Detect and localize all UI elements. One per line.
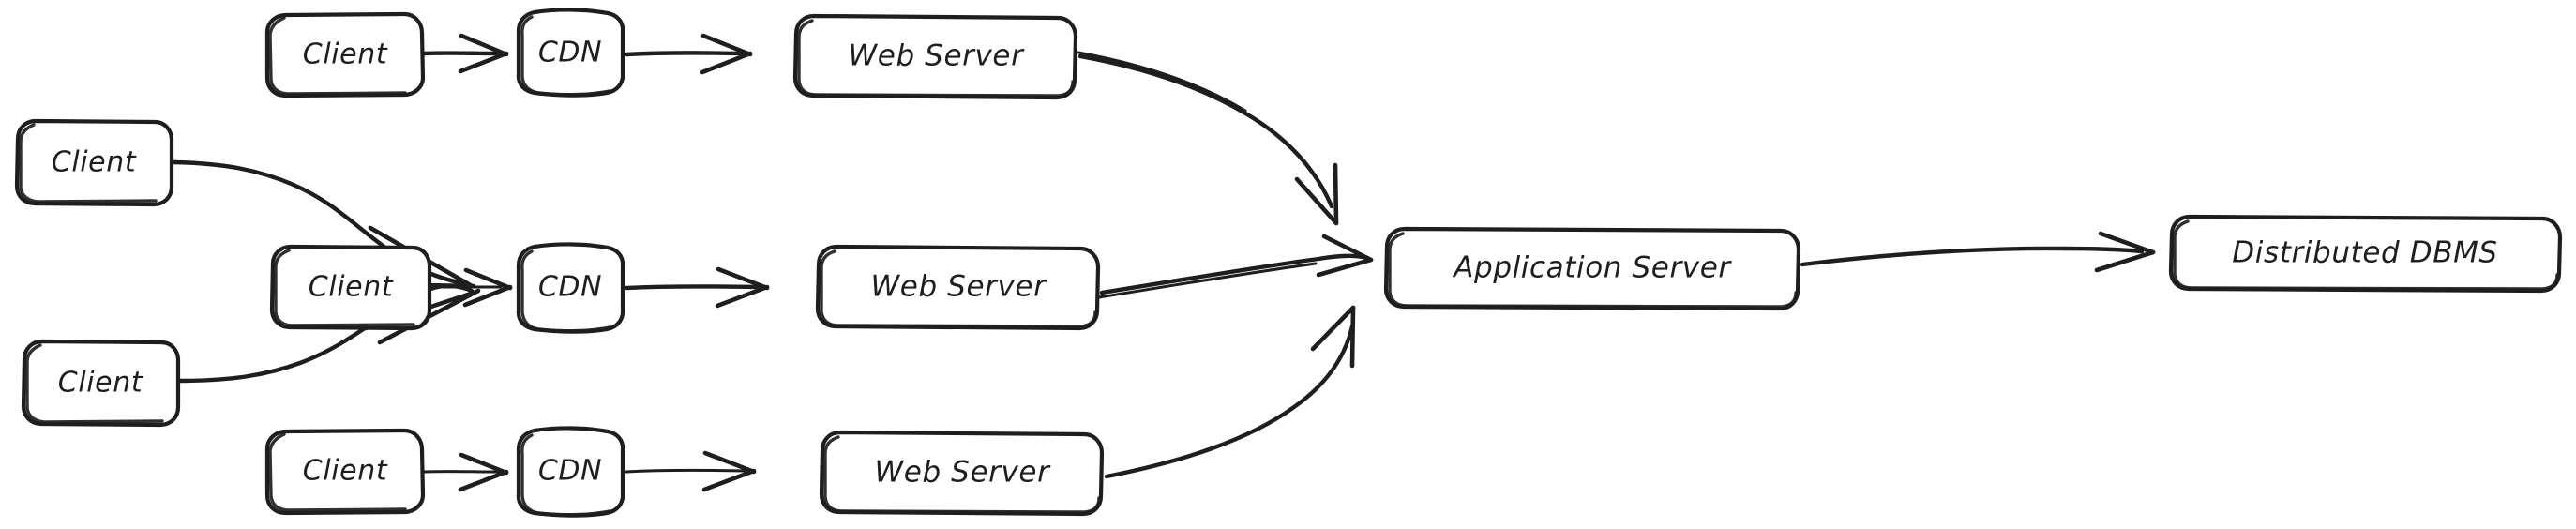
edge-app-to-dbms (1800, 231, 2156, 273)
node-cdn-top[interactable]: CDN (516, 8, 625, 98)
node-label: Client (52, 146, 137, 179)
node-label: Client (58, 367, 143, 400)
node-label: Web Server (849, 39, 1026, 73)
edge-web-top-to-app (1077, 51, 1339, 226)
node-client-middle[interactable]: Client (269, 244, 432, 331)
node-cdn-middle[interactable]: CDN (516, 242, 625, 334)
node-web-server-bottom[interactable]: Web Server (819, 430, 1105, 517)
node-label: CDN (538, 37, 602, 69)
node-client-top[interactable]: Client (264, 11, 426, 98)
edge-cdn-top-to-web-top (624, 33, 753, 75)
node-label: Distributed DBMS (2232, 236, 2497, 270)
node-application-server[interactable]: Application Server (1383, 226, 1801, 311)
node-client-lower-left[interactable]: Client (21, 339, 181, 428)
edge-cdn-bottom-to-web-bottom (625, 450, 757, 492)
node-label: Client (303, 455, 388, 488)
node-label: CDN (538, 455, 602, 488)
node-distributed-dbms[interactable]: Distributed DBMS (2168, 214, 2563, 294)
node-web-server-top[interactable]: Web Server (792, 13, 1078, 100)
node-cdn-bottom[interactable]: CDN (516, 426, 625, 518)
edge-cdn-middle-to-web-middle (624, 266, 770, 309)
edge-client-top-to-cdn-top (421, 33, 509, 74)
node-web-server-middle[interactable]: Web Server (815, 244, 1101, 331)
diagram-canvas: Client Client Client Client Client CDN C… (14, 8, 2563, 518)
edge-web-bottom-to-app (1104, 305, 1356, 479)
node-label: CDN (538, 271, 602, 304)
node-label: Client (303, 38, 388, 71)
node-client-bottom[interactable]: Client (264, 428, 426, 516)
architecture-diagram: Client Client Client Client Client CDN C… (0, 0, 2576, 529)
node-label: Web Server (875, 456, 1052, 490)
edge-client-bottom-to-cdn-bottom (422, 452, 509, 492)
node-label: Application Server (1452, 251, 1732, 285)
node-label: Web Server (871, 270, 1048, 304)
node-label: Client (309, 271, 394, 304)
edge-web-middle-to-app (1097, 234, 1374, 299)
node-client-upper-left[interactable]: Client (14, 118, 174, 207)
